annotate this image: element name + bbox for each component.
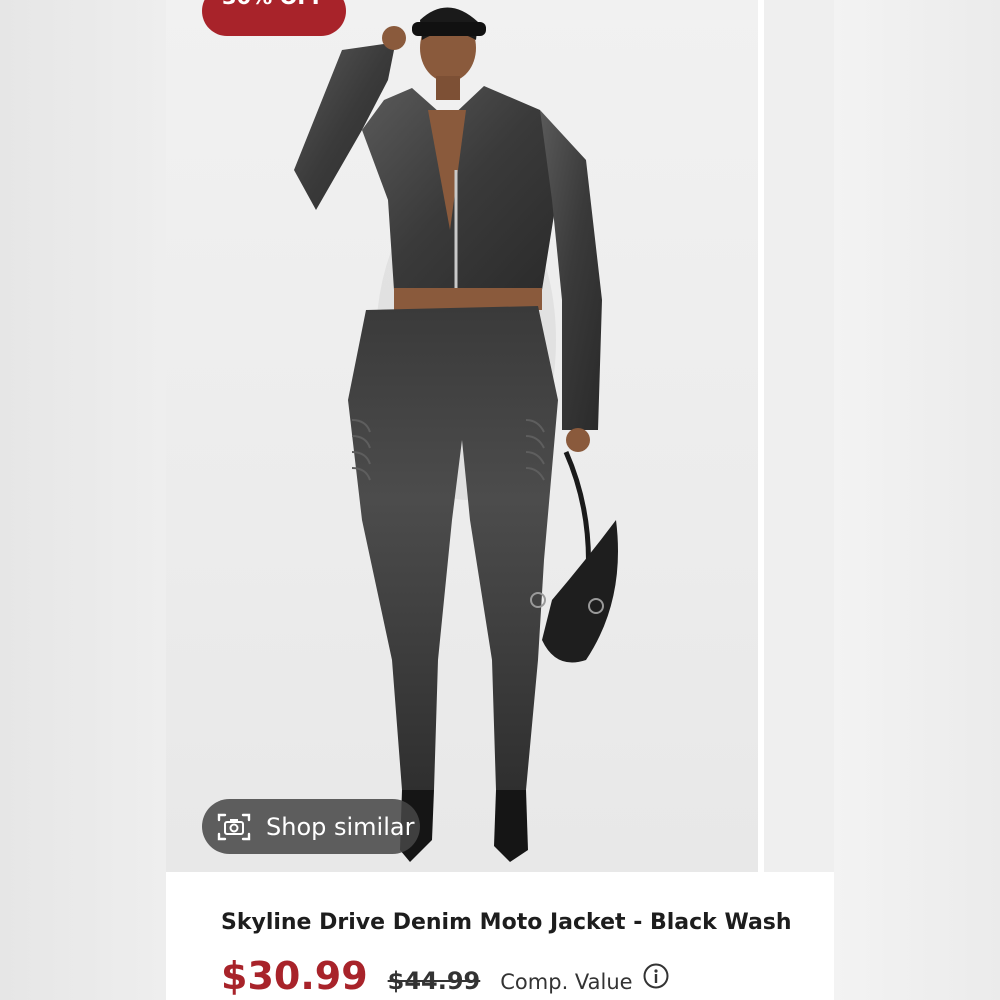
next-product-image-peek[interactable] xyxy=(764,0,834,872)
discount-badge: 30% OFF xyxy=(202,0,347,36)
shop-similar-label: Shop similar xyxy=(266,812,415,841)
model-figure-illustration xyxy=(294,7,618,862)
info-icon[interactable] xyxy=(643,963,669,989)
price-row: $30.99 $44.99 Comp. Value xyxy=(221,954,669,998)
camera-icon xyxy=(216,809,252,845)
discount-badge-label: 30% OFF xyxy=(222,0,326,28)
product-info: Skyline Drive Denim Moto Jacket - Black … xyxy=(166,872,834,1000)
original-price: $44.99 xyxy=(387,967,481,995)
product-title[interactable]: Skyline Drive Denim Moto Jacket - Black … xyxy=(221,910,792,935)
left-background-panel xyxy=(0,0,166,1000)
comp-value-label: Comp. Value xyxy=(500,970,633,994)
product-image[interactable]: 30% OFF Shop similar xyxy=(166,0,758,872)
shop-similar-button[interactable]: Shop similar xyxy=(202,799,420,854)
right-background-panel xyxy=(834,0,1000,1000)
product-card[interactable]: 30% OFF Shop similar Skyline Drive Denim… xyxy=(166,0,834,1000)
sale-price: $30.99 xyxy=(221,954,368,998)
